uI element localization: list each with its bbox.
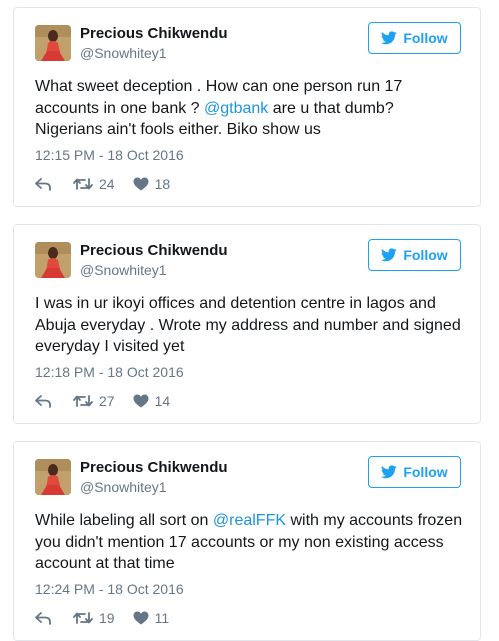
user-name[interactable]: Precious Chikwendu <box>80 242 228 259</box>
retweet-button[interactable]: 19 <box>73 610 115 626</box>
twitter-bird-icon <box>381 465 398 479</box>
avatar[interactable] <box>35 242 71 278</box>
tweet-card: Precious Chikwendu @Snowhitey1 Follow I … <box>13 224 481 424</box>
tweet-actions: 24 18 <box>35 176 188 192</box>
reply-button[interactable] <box>35 394 51 408</box>
follow-label: Follow <box>403 464 448 480</box>
user-name[interactable]: Precious Chikwendu <box>80 459 228 476</box>
avatar[interactable] <box>35 459 71 495</box>
like-count: 11 <box>154 610 170 626</box>
follow-button[interactable]: Follow <box>368 239 461 271</box>
tweet-text-part: While labeling all sort on <box>35 512 213 529</box>
retweet-button[interactable]: 24 <box>73 176 115 192</box>
follow-label: Follow <box>403 247 448 263</box>
user-name[interactable]: Precious Chikwendu <box>80 25 228 42</box>
heart-icon <box>133 394 149 408</box>
follow-button[interactable]: Follow <box>368 456 461 488</box>
like-count: 14 <box>154 393 171 409</box>
avatar[interactable] <box>35 25 71 61</box>
retweet-button[interactable]: 27 <box>73 393 115 409</box>
like-button[interactable]: 18 <box>133 176 171 192</box>
retweet-icon <box>73 394 93 408</box>
follow-label: Follow <box>403 30 448 46</box>
follow-button[interactable]: Follow <box>368 22 461 54</box>
reply-icon <box>35 611 51 625</box>
tweet-actions: 27 14 <box>35 393 188 409</box>
user-handle[interactable]: @Snowhitey1 <box>80 45 167 61</box>
tweet-text: What sweet deception . How can one perso… <box>35 76 465 141</box>
twitter-bird-icon <box>381 248 398 262</box>
twitter-bird-icon <box>381 31 398 45</box>
reply-icon <box>35 177 51 191</box>
user-handle[interactable]: @Snowhitey1 <box>80 479 167 495</box>
retweet-icon <box>73 611 93 625</box>
reply-button[interactable] <box>35 611 51 625</box>
retweet-count: 19 <box>99 610 115 626</box>
tweet-actions: 19 11 <box>35 610 187 626</box>
tweet-text: While labeling all sort on @realFFK with… <box>35 510 465 575</box>
tweet-text: I was in ur ikoyi offices and detention … <box>35 293 465 358</box>
retweet-count: 27 <box>99 393 115 409</box>
like-count: 18 <box>154 176 171 192</box>
retweet-count: 24 <box>99 176 115 192</box>
tweet-timestamp[interactable]: 12:24 PM - 18 Oct 2016 <box>35 581 184 597</box>
mention-link[interactable]: @gtbank <box>204 100 268 117</box>
heart-icon <box>133 177 149 191</box>
mention-link[interactable]: @realFFK <box>213 512 286 529</box>
tweet-card: Precious Chikwendu @Snowhitey1 Follow Wh… <box>13 7 481 207</box>
reply-icon <box>35 394 51 408</box>
like-button[interactable]: 11 <box>133 610 170 626</box>
reply-button[interactable] <box>35 177 51 191</box>
tweet-card: Precious Chikwendu @Snowhitey1 Follow Wh… <box>13 441 481 641</box>
retweet-icon <box>73 177 93 191</box>
tweet-timestamp[interactable]: 12:18 PM - 18 Oct 2016 <box>35 364 184 380</box>
heart-icon <box>133 611 149 625</box>
like-button[interactable]: 14 <box>133 393 171 409</box>
tweet-text-part: I was in ur ikoyi offices and detention … <box>35 295 461 355</box>
tweet-timestamp[interactable]: 12:15 PM - 18 Oct 2016 <box>35 147 184 163</box>
user-handle[interactable]: @Snowhitey1 <box>80 262 167 278</box>
